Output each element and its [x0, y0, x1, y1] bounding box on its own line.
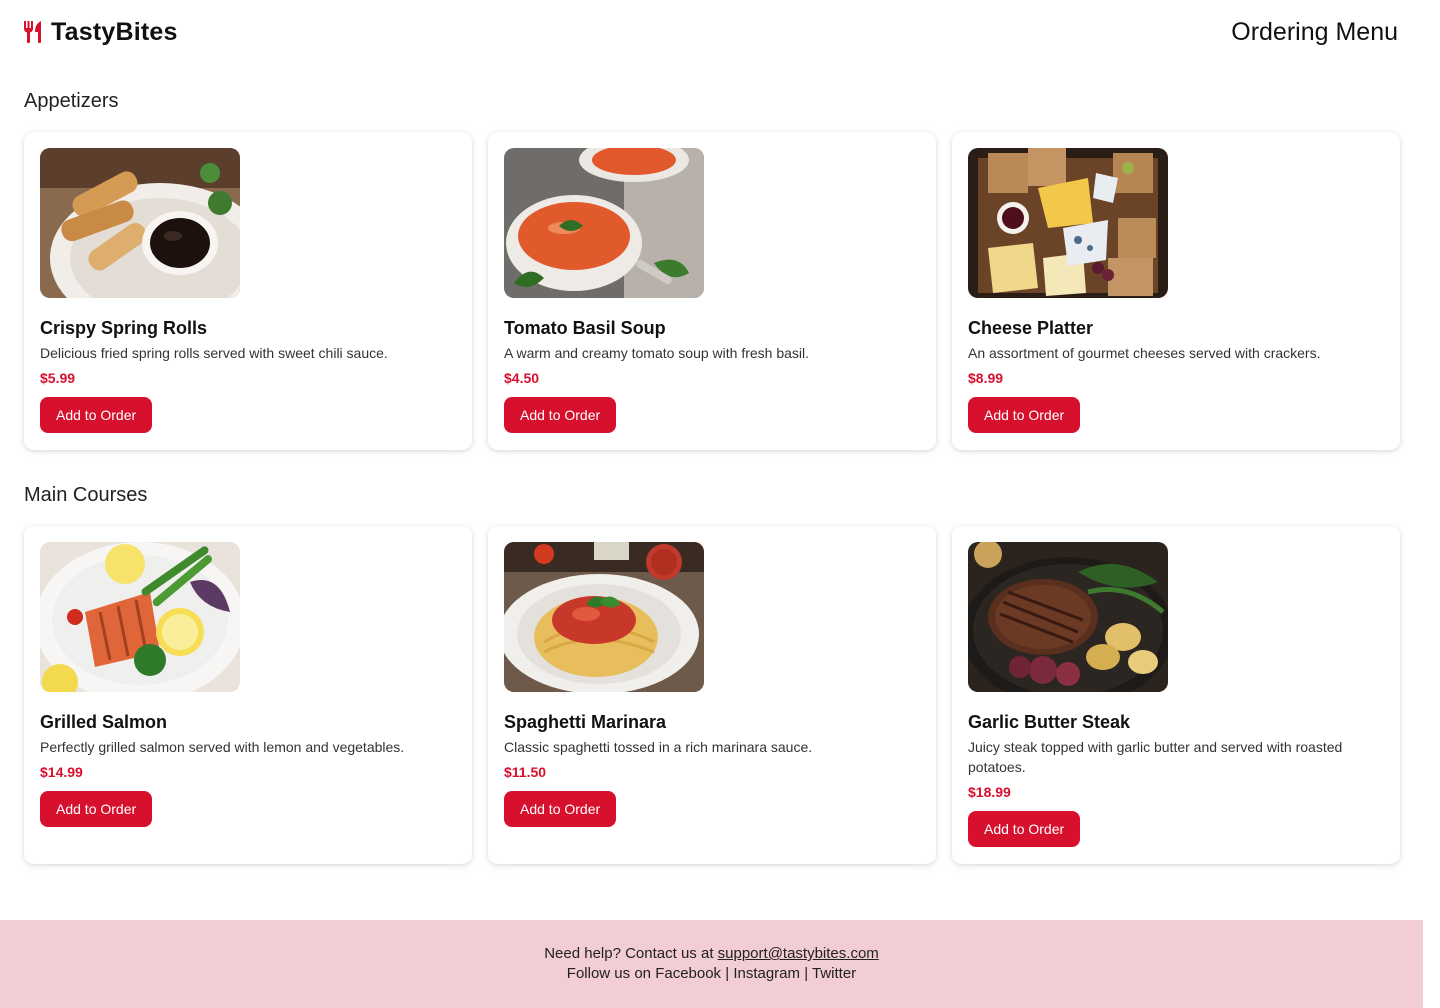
item-description: Perfectly grilled salmon served with lem…: [40, 739, 405, 755]
item-name: Crispy Spring Rolls: [40, 318, 208, 338]
footer: Need help? Contact us at support@tastybi…: [0, 920, 1423, 1008]
item-price: $14.99: [40, 764, 83, 780]
footer-social-line: Follow us on Facebook | Instagram | Twit…: [0, 964, 1423, 984]
utensils-icon: [24, 21, 41, 43]
menu-card: Crispy Spring Rolls Delicious fried spri…: [24, 132, 472, 450]
page-title: Ordering Menu: [1231, 17, 1398, 46]
facebook-link[interactable]: Facebook: [655, 965, 721, 982]
item-name: Garlic Butter Steak: [968, 712, 1131, 732]
appetizers-grid: Crispy Spring Rolls Delicious fried spri…: [24, 132, 1400, 450]
menu-card: Cheese Platter An assortment of gourmet …: [952, 132, 1400, 450]
item-name: Grilled Salmon: [40, 712, 168, 732]
add-to-order-button[interactable]: Add to Order: [968, 811, 1081, 847]
add-to-order-button[interactable]: Add to Order: [968, 397, 1081, 433]
tomato-soup-image: [504, 148, 704, 298]
spaghetti-image: [504, 542, 704, 692]
divider: |: [725, 965, 730, 982]
item-price: $11.50: [504, 764, 547, 780]
footer-help-line: Need help? Contact us at support@tastybi…: [0, 944, 1423, 964]
menu-card: Garlic Butter Steak Juicy steak topped w…: [952, 526, 1400, 864]
brand-name: TastyBites: [51, 17, 178, 46]
section-title-appetizers: Appetizers: [24, 90, 119, 112]
item-name: Tomato Basil Soup: [504, 318, 666, 338]
footer-help-text: Need help? Contact us at: [544, 945, 714, 962]
grilled-salmon-image: [40, 542, 240, 692]
twitter-link[interactable]: Twitter: [812, 965, 856, 982]
section-title-main-courses: Main Courses: [24, 484, 148, 506]
menu-card: Grilled Salmon Perfectly grilled salmon …: [24, 526, 472, 864]
item-description: Classic spaghetti tossed in a rich marin…: [504, 739, 813, 755]
add-to-order-button[interactable]: Add to Order: [504, 397, 617, 433]
item-price: $18.99: [968, 784, 1011, 800]
instagram-link[interactable]: Instagram: [733, 965, 800, 982]
brand[interactable]: TastyBites: [24, 18, 178, 47]
menu-card: Tomato Basil Soup A warm and creamy toma…: [488, 132, 936, 450]
cheese-platter-image: [968, 148, 1168, 298]
add-to-order-button[interactable]: Add to Order: [40, 791, 153, 827]
spring-rolls-image: [40, 148, 240, 298]
header: TastyBites Ordering Menu: [24, 14, 1398, 50]
menu-card: Spaghetti Marinara Classic spaghetti tos…: [488, 526, 936, 864]
item-price: $4.50: [504, 370, 540, 386]
item-description: Juicy steak topped with garlic butter an…: [968, 739, 1343, 775]
divider: |: [804, 965, 809, 982]
add-to-order-button[interactable]: Add to Order: [40, 397, 153, 433]
footer-follow-text: Follow us on: [566, 965, 652, 982]
item-name: Spaghetti Marinara: [504, 712, 667, 732]
main-courses-grid: Grilled Salmon Perfectly grilled salmon …: [24, 526, 1400, 864]
add-to-order-button[interactable]: Add to Order: [504, 791, 617, 827]
item-description: Delicious fried spring rolls served with…: [40, 345, 388, 361]
support-email-link[interactable]: support@tastybites.com: [718, 945, 879, 962]
steak-image: [968, 542, 1168, 692]
item-description: An assortment of gourmet cheeses served …: [968, 345, 1321, 361]
item-price: $5.99: [40, 370, 76, 386]
item-price: $8.99: [968, 370, 1004, 386]
item-name: Cheese Platter: [968, 318, 1094, 338]
item-description: A warm and creamy tomato soup with fresh…: [504, 345, 810, 361]
